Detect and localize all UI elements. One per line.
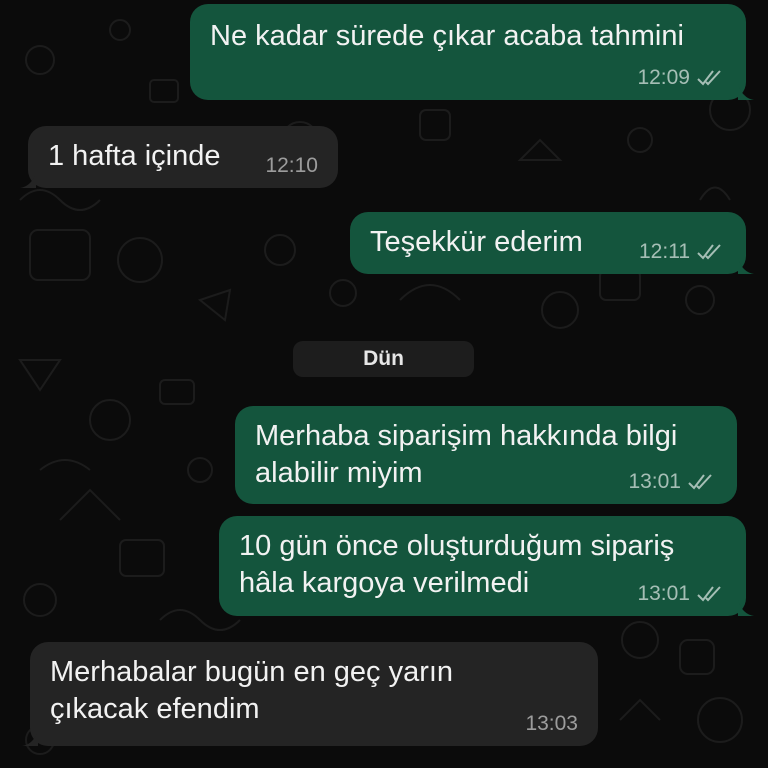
message-bubble-outgoing[interactable]: Merhaba siparişim hakkında bilgi alabili…	[235, 406, 737, 504]
message-meta: 13:01	[637, 582, 726, 606]
read-ticks-icon	[697, 586, 721, 602]
message-bubble-incoming[interactable]: Merhabalar bugün en geç yarın çıkacak ef…	[22, 642, 598, 746]
message-time: 12:11	[639, 240, 690, 263]
message-time: 13:03	[525, 712, 578, 735]
message-text: Ne kadar sürede çıkar acaba tahmini	[210, 20, 684, 52]
message-meta: 12:10	[265, 154, 318, 178]
message-bubble-outgoing[interactable]: Teşekkür ederim 12:11	[350, 212, 754, 274]
read-ticks-icon	[697, 244, 721, 260]
date-separator: Dün	[293, 341, 474, 377]
message-time: 13:01	[637, 582, 690, 605]
message-meta: 12:09	[637, 66, 726, 90]
message-bubble-outgoing[interactable]: Ne kadar sürede çıkar acaba tahmini 12:0…	[190, 4, 754, 100]
message-text-line: Merhaba siparişim hakkında bilgi	[255, 420, 678, 452]
read-ticks-icon	[697, 70, 721, 86]
bubble-tail	[22, 730, 38, 746]
date-separator-label: Dün	[363, 347, 404, 370]
message-meta: 13:01	[628, 470, 717, 494]
message-bubble-incoming[interactable]: 1 hafta içinde 12:10	[20, 126, 338, 188]
message-text-line: 10 gün önce oluşturduğum sipariş	[239, 530, 675, 562]
bubble-tail	[20, 172, 36, 188]
message-time: 12:10	[265, 154, 318, 177]
message-time: 12:09	[637, 66, 690, 89]
message-text-line: çıkacak efendim	[50, 693, 260, 725]
bubble-tail	[738, 84, 754, 100]
message-text-line: Merhabalar bugün en geç yarın	[50, 656, 454, 688]
message-time: 13:01	[628, 470, 681, 493]
read-ticks-icon	[688, 474, 712, 490]
message-bubble-outgoing[interactable]: 10 gün önce oluşturduğum sipariş hâla ka…	[219, 516, 754, 616]
bubble-tail	[738, 258, 754, 274]
bubble-tail	[738, 600, 754, 616]
message-meta: 12:11	[639, 240, 726, 264]
message-meta: 13:03	[525, 712, 578, 736]
